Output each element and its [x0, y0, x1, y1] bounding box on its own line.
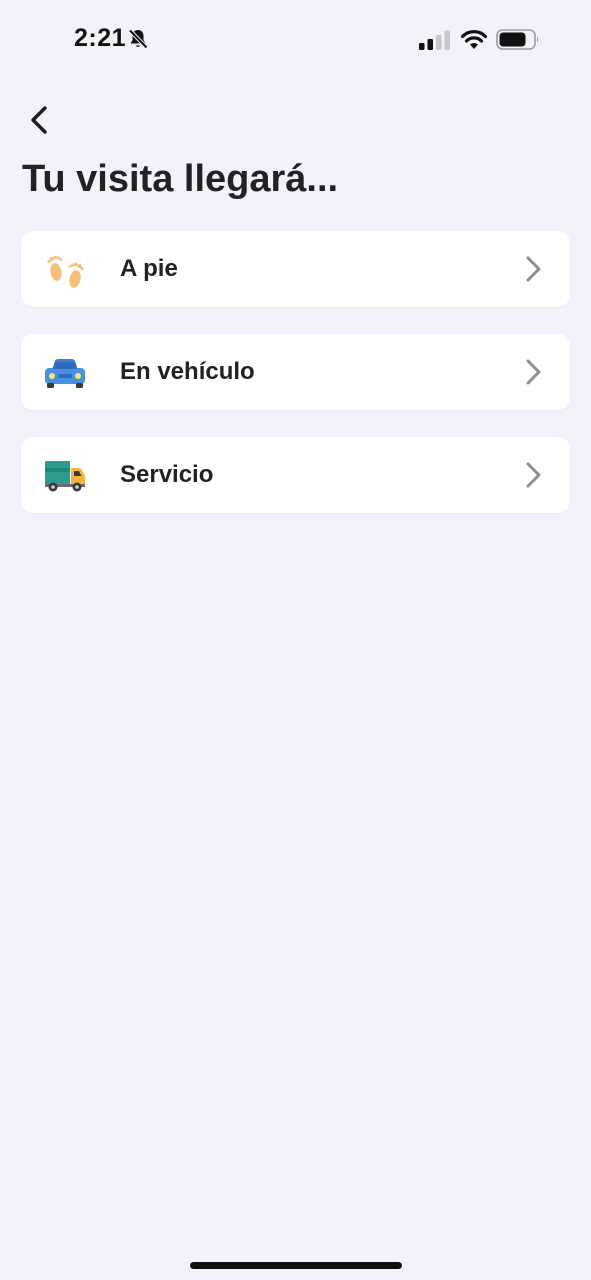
chevron-left-icon [31, 106, 47, 134]
option-label: Servicio [120, 461, 214, 488]
wifi-icon [460, 30, 488, 49]
status-bar: 2:21 [0, 0, 591, 80]
status-time: 2:21 [74, 24, 127, 52]
chevron-right-icon [526, 462, 541, 488]
car-icon [45, 359, 85, 388]
arrival-options-list: A pie En vehículo Servicio [21, 231, 570, 540]
page-title: Tu visita llegará... [22, 158, 339, 200]
cellular-signal-icon [419, 30, 450, 50]
option-a-pie[interactable]: A pie [21, 231, 570, 307]
bell-off-icon [128, 29, 148, 49]
option-label: En vehículo [120, 358, 255, 385]
chevron-right-icon [526, 359, 541, 385]
battery-icon [496, 29, 539, 50]
truck-icon [45, 461, 85, 492]
option-servicio[interactable]: Servicio [21, 437, 570, 513]
option-label: A pie [120, 255, 178, 282]
home-indicator[interactable] [190, 1262, 402, 1269]
footprints-icon [47, 255, 84, 288]
chevron-right-icon [526, 256, 541, 282]
option-en-vehiculo[interactable]: En vehículo [21, 334, 570, 410]
back-button[interactable] [22, 100, 58, 140]
